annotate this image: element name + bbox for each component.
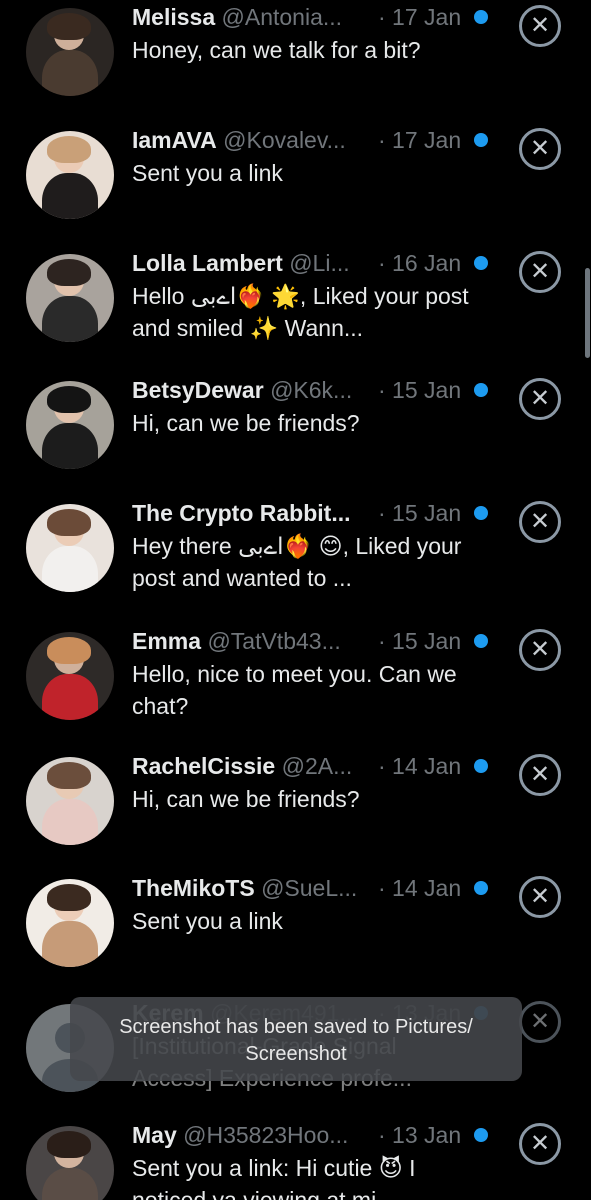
avatar[interactable] [26,757,114,845]
message-date: · 14 Jan [376,873,462,903]
scrollbar[interactable] [585,268,590,358]
toast-line-1: Screenshot has been saved to Pictures/ [119,1016,473,1038]
message-row[interactable]: BetsyDewar @K6k... · 15 Jan Hi, can we be … [0,367,591,492]
sender-handle: @K6k... [270,377,353,403]
dismiss-icon[interactable]: ✕ [519,378,561,420]
unread-dot-icon [474,133,488,147]
sender-name[interactable]: Lolla Lambert [132,250,283,276]
message-preview[interactable]: Sent you a link: Hi cutie 😈 I noticed ya… [132,1152,472,1200]
sender-handle: @SueL... [261,875,358,901]
avatar[interactable] [26,504,114,592]
message-date: · 17 Jan [376,125,462,155]
avatar[interactable] [26,1126,114,1200]
avatar[interactable] [26,131,114,219]
sender-name[interactable]: Melissa [132,4,215,30]
message-preview[interactable]: Hey there ‏ا‌ےبی❤️‍🔥 😊, Liked your post … [132,530,472,594]
message-date: · 15 Jan [376,626,462,656]
dismiss-icon[interactable]: ✕ [519,501,561,543]
avatar[interactable] [26,632,114,720]
sender-name[interactable]: May [132,1122,177,1148]
unread-dot-icon [474,256,488,270]
message-row[interactable]: RachelCissie @2A... · 14 Jan Hi, can we be… [0,743,591,868]
message-date: · 14 Jan [376,751,462,781]
message-row[interactable]: Lolla Lambert @Li... · 16 Jan Hello ‏ا‌ےبی… [0,240,591,365]
sender-handle: @Antonia... [221,4,343,30]
unread-dot-icon [474,506,488,520]
dismiss-icon[interactable]: ✕ [519,629,561,671]
dismiss-icon[interactable]: ✕ [519,1123,561,1165]
message-preview[interactable]: Sent you a link [132,905,472,937]
avatar[interactable] [26,254,114,342]
message-row[interactable]: TheMikoTS @SueL... · 14 Jan Sent you a lin… [0,865,591,990]
message-requests-screen: Melissa @Antonia... · 17 Jan Honey, can we… [0,0,591,1200]
dismiss-icon[interactable]: ✕ [519,128,561,170]
message-date: · 13 Jan [376,1120,462,1150]
sender-handle: @Kovalev... [223,127,346,153]
dismiss-icon[interactable]: ✕ [519,251,561,293]
message-preview[interactable]: Hi, can we be friends? [132,783,472,815]
dismiss-icon[interactable]: ✕ [519,876,561,918]
sender-handle: @2A... [281,753,353,779]
screenshot-toast: Screenshot has been saved to Pictures/ S… [70,997,522,1081]
message-preview[interactable]: Sent you a link [132,157,472,189]
message-date: · 15 Jan [376,498,462,528]
message-date: · 17 Jan [376,2,462,32]
unread-dot-icon [474,759,488,773]
message-row[interactable]: May @H35823Hoo... · 13 Jan Sent you a link… [0,1112,591,1200]
unread-dot-icon [474,1128,488,1142]
dismiss-icon[interactable]: ✕ [519,754,561,796]
message-row[interactable]: IamAVA @Kovalev... · 17 Jan Sent you a lin… [0,117,591,242]
sender-handle: @TatVtb43... [207,628,341,654]
unread-dot-icon [474,10,488,24]
message-row[interactable]: Melissa @Antonia... · 17 Jan Honey, can we… [0,0,591,119]
sender-name[interactable]: BetsyDewar [132,377,264,403]
sender-name[interactable]: RachelCissie [132,753,275,779]
avatar[interactable] [26,8,114,96]
unread-dot-icon [474,881,488,895]
unread-dot-icon [474,383,488,397]
avatar[interactable] [26,879,114,967]
message-date: · 15 Jan [376,375,462,405]
sender-name[interactable]: TheMikoTS [132,875,255,901]
sender-name[interactable]: The Crypto Rabbit... [132,500,351,526]
sender-handle: @H35823Hoo... [183,1122,349,1148]
dismiss-icon[interactable]: ✕ [519,5,561,47]
message-preview[interactable]: Hello ‏ا‌ےبی❤️‍🔥 🌟, Liked your post and … [132,280,472,344]
sender-name[interactable]: IamAVA [132,127,217,153]
message-preview[interactable]: Honey, can we talk for a bit? [132,34,472,66]
message-date: · 16 Jan [376,248,462,278]
sender-handle: @Li... [289,250,350,276]
message-row[interactable]: Emma @TatVtb43... · 15 Jan Hello, nice to … [0,618,591,743]
sender-name[interactable]: Emma [132,628,201,654]
message-preview[interactable]: Hello, nice to meet you. Can we chat? [132,658,472,722]
message-row[interactable]: The Crypto Rabbit... · 15 Jan Hey there ‏… [0,490,591,615]
toast-line-2: Screenshot [245,1043,347,1065]
dismiss-icon[interactable]: ✕ [519,1001,561,1043]
unread-dot-icon [474,634,488,648]
message-preview[interactable]: Hi, can we be friends? [132,407,472,439]
avatar[interactable] [26,381,114,469]
